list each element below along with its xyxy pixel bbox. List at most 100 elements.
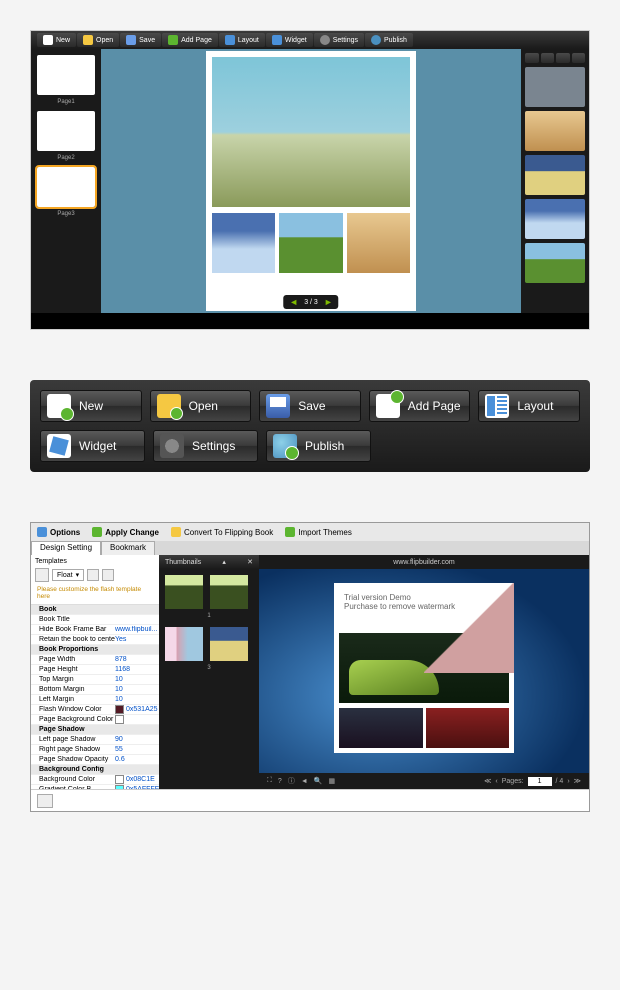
first-icon[interactable]: ≪ — [484, 777, 491, 785]
prop-row[interactable]: Page Width878 — [31, 655, 159, 665]
prop-row[interactable]: Page Background Color — [31, 715, 159, 725]
template-thumb-icon[interactable] — [35, 568, 49, 582]
prop-row[interactable]: Right page Shadow55 — [31, 745, 159, 755]
tb-open[interactable]: Open — [77, 33, 119, 47]
editor-screenshot: New Open Save Add Page Layout Widget Set… — [30, 30, 590, 330]
sidebar-tabs: Design Setting Bookmark — [31, 541, 589, 555]
close-icon[interactable]: ✕ — [247, 558, 253, 566]
prop-row[interactable]: Retain the book to centerYes — [31, 635, 159, 645]
footer-bar — [31, 789, 589, 811]
thumb-3[interactable] — [165, 627, 203, 661]
template-select[interactable]: Float▾ — [52, 569, 84, 581]
tb-addpage[interactable]: Add Page — [162, 33, 218, 47]
tile-image — [279, 213, 342, 273]
thumb-2[interactable] — [210, 575, 248, 609]
prop-value[interactable]: 90 — [115, 736, 159, 743]
prop-value[interactable]: 0x531A25 — [115, 705, 159, 714]
asset-thumb[interactable] — [525, 111, 585, 151]
prop-row[interactable]: Hide Book Frame Barwww.flipbuil... — [31, 625, 159, 635]
prop-value[interactable]: www.flipbuil... — [115, 626, 159, 633]
prop-value[interactable]: 10 — [115, 676, 159, 683]
thumb-page2[interactable] — [37, 111, 95, 151]
prop-row[interactable]: Background Color0x08C1E — [31, 775, 159, 785]
prop-value[interactable]: 0.6 — [115, 756, 159, 763]
prop-key: Top Margin — [31, 676, 115, 683]
asset-tab[interactable] — [572, 53, 586, 63]
sound-icon[interactable]: ◄ — [301, 778, 308, 785]
flipbook-page[interactable]: Trial version Demo Purchase to remove wa… — [334, 583, 514, 753]
prop-value[interactable]: 0x08C1E — [115, 775, 159, 784]
thumb-4[interactable] — [210, 627, 248, 661]
prop-row[interactable]: Top Margin10 — [31, 675, 159, 685]
tab-bookmark[interactable]: Bookmark — [101, 541, 155, 555]
asset-tab[interactable] — [541, 53, 555, 63]
publish-button[interactable]: Publish — [266, 430, 371, 462]
thumb-page3[interactable] — [37, 167, 95, 207]
apply-change-button[interactable]: Apply Change — [92, 527, 159, 537]
prop-row[interactable]: Page Shadow Opacity0.6 — [31, 755, 159, 765]
settings-button[interactable]: Settings — [153, 430, 258, 462]
prop-row[interactable]: Page Height1168 — [31, 665, 159, 675]
expand-icon[interactable]: ⛶ — [267, 777, 272, 785]
prop-key: Page Height — [31, 666, 115, 673]
save-button[interactable]: Save — [259, 390, 361, 422]
prop-row[interactable]: Left page Shadow90 — [31, 735, 159, 745]
help-icon[interactable]: ? — [278, 778, 282, 785]
page-preview[interactable] — [206, 51, 416, 311]
tb-layout[interactable]: Layout — [219, 33, 265, 47]
grid-icon[interactable]: ▦ — [328, 777, 335, 785]
thumb-1[interactable] — [165, 575, 203, 609]
prop-value[interactable]: 10 — [115, 686, 159, 693]
asset-tab[interactable] — [556, 53, 570, 63]
prev-icon[interactable]: ◄ — [289, 297, 298, 307]
next-icon[interactable]: ► — [324, 297, 333, 307]
next-icon[interactable]: › — [567, 778, 569, 785]
pages-label: Pages: — [502, 778, 524, 785]
chevron-up-icon[interactable]: ▴ — [222, 558, 226, 566]
asset-thumb[interactable] — [525, 199, 585, 239]
prop-value[interactable]: Yes — [115, 636, 159, 643]
asset-tab[interactable] — [525, 53, 539, 63]
editor-toolbar: New Open Save Add Page Layout Widget Set… — [31, 31, 589, 49]
widget-button[interactable]: Widget — [40, 430, 145, 462]
thumb-page1[interactable] — [37, 55, 95, 95]
new-button[interactable]: New — [40, 390, 142, 422]
last-icon[interactable]: ≫ — [574, 777, 581, 785]
layout-icon — [485, 394, 509, 418]
tb-widget[interactable]: Widget — [266, 33, 313, 47]
prop-value[interactable] — [115, 715, 159, 724]
tb-save[interactable]: Save — [120, 33, 161, 47]
prop-row[interactable]: Flash Window Color0x531A25 — [31, 705, 159, 715]
prop-row[interactable]: Book Title — [31, 615, 159, 625]
prop-value[interactable]: 878 — [115, 656, 159, 663]
layout-button[interactable]: Layout — [478, 390, 580, 422]
tb-new[interactable]: New — [37, 33, 76, 47]
prop-key: Book Proportions — [31, 646, 159, 653]
prev-icon[interactable]: ‹ — [495, 778, 497, 785]
zoom-icon[interactable]: 🔍 — [314, 777, 323, 785]
convert-button[interactable]: Convert To Flipping Book — [171, 527, 273, 537]
import-themes-button[interactable]: Import Themes — [285, 527, 352, 537]
add-page-button[interactable]: Add Page — [369, 390, 471, 422]
thumbnails-panel: Thumbnails ▴ ✕ 1 3 — [159, 555, 259, 789]
info-icon[interactable]: ⓘ — [288, 776, 295, 786]
prop-row[interactable]: Left Margin10 — [31, 695, 159, 705]
prop-row[interactable]: Bottom Margin10 — [31, 685, 159, 695]
options-menu[interactable]: Options — [37, 527, 80, 537]
template-btn[interactable] — [102, 569, 114, 581]
prop-value[interactable]: 10 — [115, 696, 159, 703]
asset-thumb[interactable] — [525, 243, 585, 283]
prop-value[interactable]: 55 — [115, 746, 159, 753]
tab-design-setting[interactable]: Design Setting — [31, 541, 101, 555]
footer-button[interactable] — [37, 794, 53, 808]
url-bar: www.flipbuilder.com — [259, 555, 589, 569]
prop-key: Hide Book Frame Bar — [31, 626, 115, 633]
prop-value[interactable]: 1168 — [115, 666, 159, 673]
open-button[interactable]: Open — [150, 390, 252, 422]
tb-settings[interactable]: Settings — [314, 33, 364, 47]
template-btn[interactable] — [87, 569, 99, 581]
tb-publish[interactable]: Publish — [365, 33, 413, 47]
page-input[interactable] — [528, 777, 552, 786]
asset-thumb[interactable] — [525, 67, 585, 107]
asset-thumb[interactable] — [525, 155, 585, 195]
